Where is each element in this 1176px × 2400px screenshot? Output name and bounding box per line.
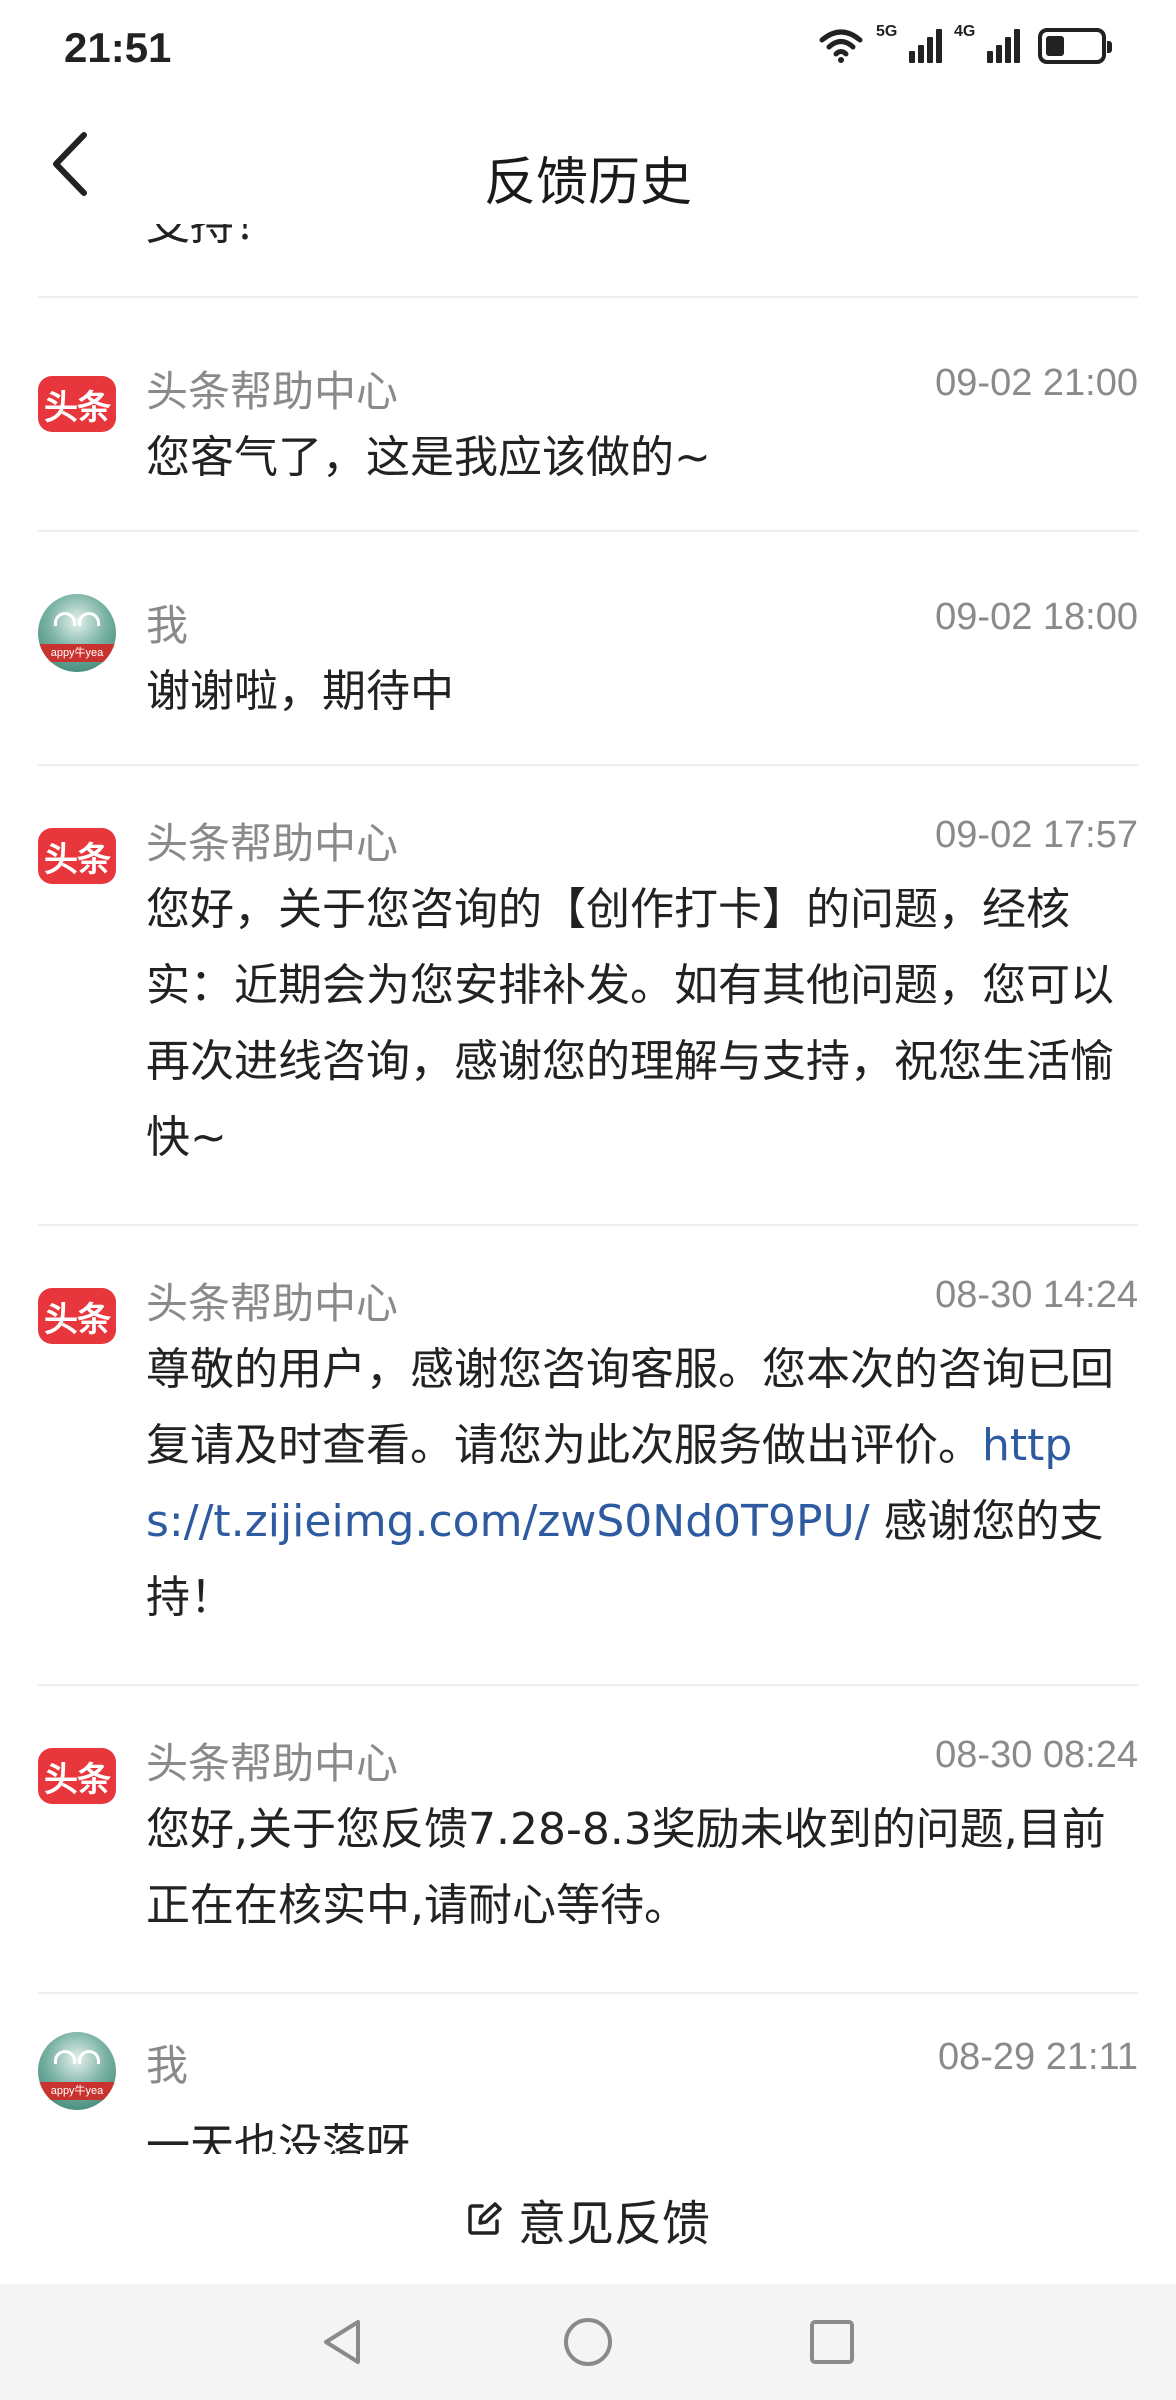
system-nav-bar [0,2284,1176,2400]
toutiao-logo-avatar: 头条 [38,828,116,884]
avatar-arc [54,2050,76,2064]
status-time: 21:51 [64,24,172,71]
avatar-arc [54,612,76,626]
battery-icon [1038,28,1112,64]
message-body: 谢谢啦，期待中 [146,666,454,717]
avatar-band-text: appy牛yea [38,644,116,662]
edit-icon [468,2202,502,2235]
message-body: 您好,关于您反馈7.28-8.3奖励未收到的问题,目前正在在核实中,请耐心等待。 [146,1804,1106,1931]
toutiao-logo-avatar: 头条 [38,376,116,432]
circle-home-icon [564,2318,612,2366]
signal-5g-icon: 5G [876,23,942,63]
nav-recents-button[interactable] [802,2312,862,2372]
message-time: 08-29 21:11 [937,2036,1138,2078]
message-body: 尊敬的用户，感谢您咨询客服。您本次的咨询已回复请及时查看。请您为此次服务做出评价… [146,1332,1136,1636]
message-time: 08-30 14:24 [935,1274,1138,1316]
wifi-icon [819,29,863,63]
sender-name: 头条帮助中心 [146,1279,399,1328]
divider [38,764,1138,766]
avatar-band-text: appy牛yea [38,2082,116,2100]
header: 反馈历史 [0,100,1176,224]
sender-name: 我 [146,601,189,650]
nav-home-button[interactable] [558,2312,618,2372]
signal-4g-label: 4G [954,23,976,40]
message-body: 您客气了，这是我应该做的~ [146,432,711,483]
feedback-button[interactable]: 意见反馈 [0,2154,1176,2284]
sender-name: 头条帮助中心 [146,1739,399,1788]
user-avatar: appy牛yea [38,2032,116,2110]
message-body-text: 尊敬的用户，感谢您咨询客服。您本次的咨询已回复请及时查看。请您为此次服务做出评价… [146,1344,1114,1471]
divider [38,1684,1138,1686]
message-time: 08-30 08:24 [935,1734,1138,1776]
signal-5g-label: 5G [876,23,898,40]
sender-name: 头条帮助中心 [146,367,399,416]
message-body: 您好，关于您咨询的【创作打卡】的问题，经核实：近期会为您安排补发。如有其他问题，… [146,884,1114,1163]
sender-name: 我 [146,2041,189,2090]
feedback-label: 意见反馈 [517,2196,710,2252]
feedback-history-list[interactable]: 支持！ 头条 头条帮助中心 09-02 21:00 您客气了，这是我应该做的~ … [0,224,1176,2154]
square-recents-icon [810,2320,854,2364]
status-bar: 21:51 5G 4G [0,0,1176,100]
divider [38,530,1138,532]
message-body: 一天也没落呀 [146,2120,410,2154]
battery-fill [1046,36,1064,56]
status-icons: 5G 4G [818,23,1112,64]
divider [38,1224,1138,1226]
message-time: 09-02 21:00 [935,362,1138,404]
page-title: 反馈历史 [483,153,692,213]
signal-4g-icon: 4G [954,23,1020,63]
divider [38,1992,1138,1994]
divider [38,296,1138,298]
message-time: 09-02 17:57 [935,814,1138,856]
user-avatar: appy牛yea [38,594,116,672]
clipped-message-text: 支持！ [146,224,278,250]
avatar-arc [78,612,100,626]
avatar-arc [78,2050,100,2064]
message-time: 09-02 18:00 [935,596,1138,638]
nav-back-button[interactable] [312,2312,372,2372]
sender-name: 头条帮助中心 [146,819,399,868]
toutiao-logo-avatar: 头条 [38,1288,116,1344]
triangle-back-icon [324,2320,360,2364]
toutiao-logo-avatar: 头条 [38,1748,116,1804]
